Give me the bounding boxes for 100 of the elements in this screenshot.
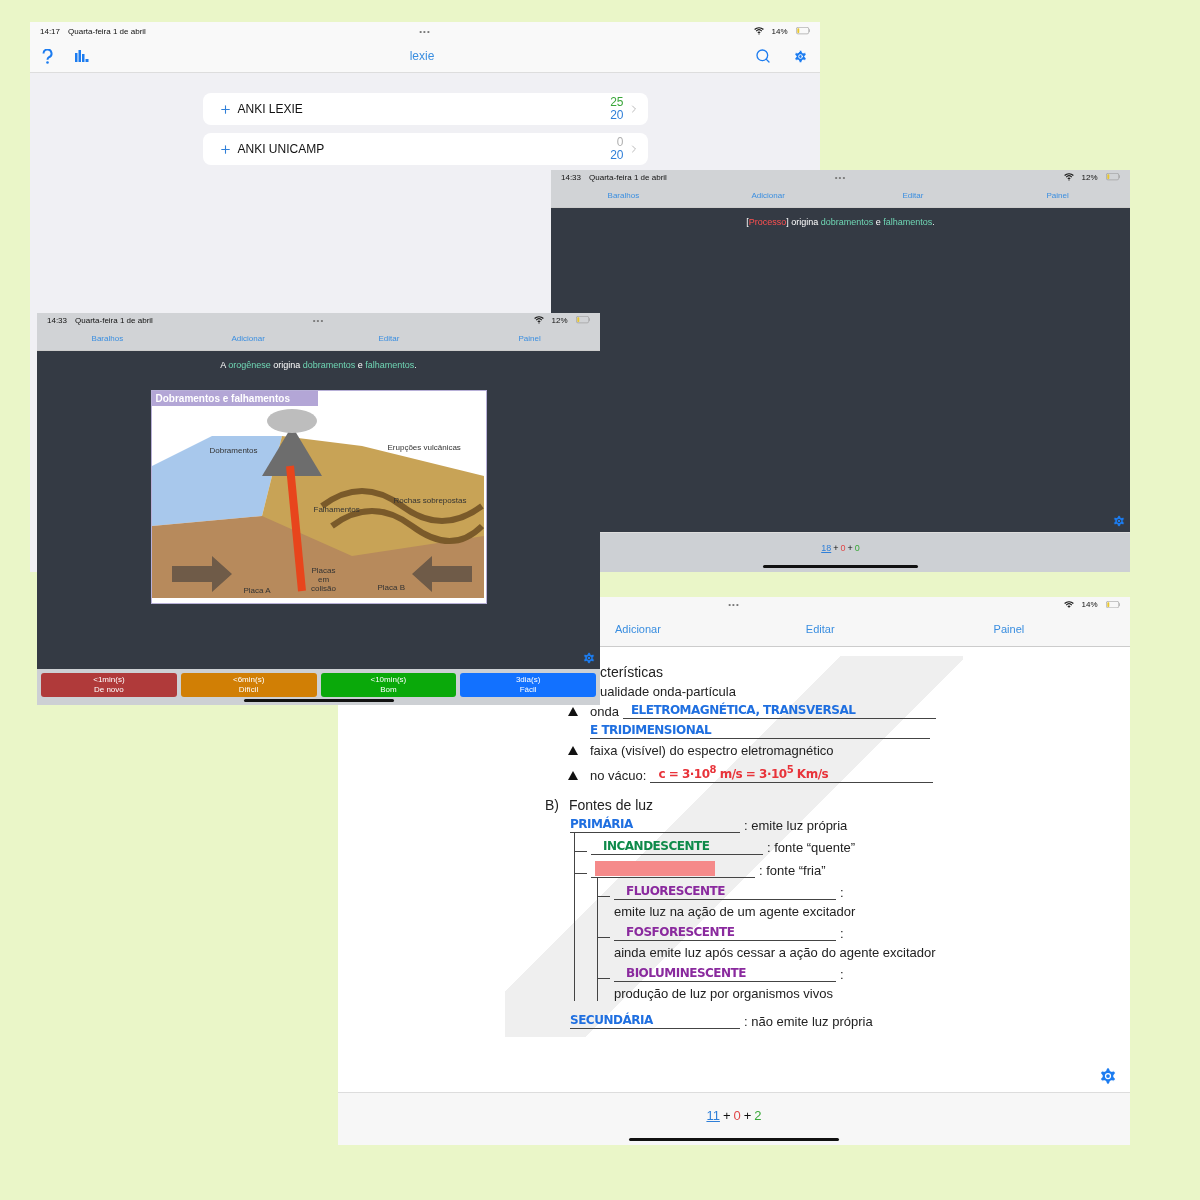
nav-link[interactable]: Editar xyxy=(805,623,835,635)
settings-button[interactable] xyxy=(793,48,808,64)
answer-description: : emite luz própria xyxy=(744,818,848,833)
battery-icon xyxy=(1105,173,1120,181)
handwritten-answer: FLUORESCENTE xyxy=(614,884,836,900)
multitask-dots: ••• xyxy=(728,600,740,609)
deck-name: ANKI LEXIE xyxy=(237,102,304,116)
wifi-icon xyxy=(753,27,764,35)
description-text: ainda emite luz após cessar a ação do agente excitador xyxy=(614,945,937,960)
document-text: ualidade onda-partícula xyxy=(600,684,736,699)
nav-link[interactable]: Baralhos xyxy=(551,191,696,200)
handwritten-answer: PRIMÁRIA xyxy=(570,817,740,833)
due-count: 20 xyxy=(610,109,624,122)
due-count: 20 xyxy=(610,149,624,162)
status-time: 14:33 xyxy=(47,315,68,325)
triangle-bullet-icon xyxy=(568,746,578,755)
battery-percent: 12% xyxy=(551,315,568,325)
description-text: emite luz na ação de um agente excitador xyxy=(614,904,857,919)
battery-percent: 14% xyxy=(1081,600,1098,609)
nav-link[interactable]: Painel xyxy=(459,334,600,343)
wifi-icon xyxy=(533,316,544,324)
new-count: 0 xyxy=(616,136,624,149)
answer-description: : fonte “quente” xyxy=(767,840,856,855)
deck-name: ANKI UNICAMP xyxy=(237,142,326,156)
plus-sign: + xyxy=(847,543,853,553)
settings-icon[interactable] xyxy=(1112,514,1126,528)
answer-description: : xyxy=(840,885,844,900)
new-count: 18 xyxy=(821,543,832,553)
add-icon xyxy=(218,142,232,156)
figure-label: Placa B xyxy=(377,583,406,592)
wifi-icon xyxy=(1063,173,1074,181)
handwritten-answer: BIOLUMINESCENTE xyxy=(614,966,836,982)
section-heading: Fontes de luz xyxy=(569,797,654,813)
search-button[interactable] xyxy=(755,48,771,64)
nav-link[interactable]: Painel xyxy=(993,623,1025,635)
handwritten-answer: c = 3·10$^{8}$ m/s = 3·10$^{5}$ Km/s xyxy=(650,762,934,783)
handwritten-answer: ELETROMAGNÉTICA, TRANSVERSAL xyxy=(622,703,936,719)
status-time: 14:17 xyxy=(40,26,61,36)
battery-icon xyxy=(1105,600,1120,609)
learn-count: 0 xyxy=(840,543,846,553)
description-text: produção de luz por organismos vivos xyxy=(614,986,834,1001)
answer-button[interactable]: <6min(s) Difícil xyxy=(180,673,317,697)
document-text: faixa (visível) do espectro eletromagnético xyxy=(590,743,834,758)
triangle-bullet-icon xyxy=(568,771,578,780)
new-count: 11 xyxy=(706,1108,720,1123)
handwritten-answer: E TRIDIMENSIONAL xyxy=(590,723,930,739)
multitask-dots: ••• xyxy=(312,315,325,325)
card-text: A orogênese origina dobramentos e falhamentos. xyxy=(220,360,417,370)
deck-row[interactable]: ANKI LEXIE 25 20 xyxy=(202,93,648,125)
deck-row[interactable]: ANKI UNICAMP 0 20 xyxy=(202,133,648,165)
nav-link[interactable]: Painel xyxy=(985,191,1130,200)
handwritten-answer: INCANDESCENTE xyxy=(591,839,763,855)
status-time: 14:33 xyxy=(561,172,582,182)
handwritten-answer: SECUNDÁRIA xyxy=(570,1013,740,1029)
statistics-button[interactable] xyxy=(75,50,89,62)
triangle-bullet-icon xyxy=(568,707,578,716)
figure-title: Dobramentos e falhamentos xyxy=(151,391,318,406)
plus-sign: + xyxy=(743,1108,752,1123)
nav-link[interactable]: Editar xyxy=(840,191,986,200)
battery-percent: 12% xyxy=(1081,172,1098,182)
settings-icon[interactable] xyxy=(582,651,596,665)
document-text: no vácuo: xyxy=(590,768,647,783)
nav-link[interactable]: Adicionar xyxy=(695,191,841,200)
nav-link[interactable]: Adicionar xyxy=(615,623,661,635)
answer-description: : não emite luz própria xyxy=(744,1014,873,1029)
app-title: lexie xyxy=(408,49,436,63)
learn-count: 0 xyxy=(733,1108,741,1123)
multitask-dots: ••• xyxy=(419,26,431,36)
status-date: Quarta-feira 1 de abril xyxy=(75,315,153,325)
figure-label: Erupções vulcânicas xyxy=(387,443,461,452)
plus-sign: + xyxy=(833,543,839,553)
status-date: Quarta-feira 1 de abril xyxy=(589,172,667,182)
answer-button[interactable]: 3dia(s) Fácil xyxy=(460,673,596,697)
figure-label: Placas em colisão xyxy=(310,566,337,593)
answer-description: : xyxy=(840,967,844,982)
nav-link[interactable]: Adicionar xyxy=(177,334,319,343)
battery-icon xyxy=(795,27,810,35)
section-heading: cterísticas xyxy=(600,664,663,680)
answer-description: : fonte “fria” xyxy=(759,863,826,878)
answer-button[interactable]: <10min(s) Bom xyxy=(320,673,457,697)
nav-link[interactable]: Baralhos xyxy=(37,334,178,343)
plus-sign: + xyxy=(722,1108,731,1123)
add-icon xyxy=(218,102,232,116)
nav-link[interactable]: Editar xyxy=(318,334,460,343)
battery-percent: 14% xyxy=(771,26,788,36)
help-button[interactable] xyxy=(42,48,53,64)
new-count: 25 xyxy=(610,96,624,109)
answer-description: : xyxy=(840,926,844,941)
status-date: Quarta-feira 1 de abril xyxy=(68,26,146,36)
card-text: [Processo] origina dobramentos e falhamentos. xyxy=(746,217,935,227)
answer-button[interactable]: <1min(s) De novo xyxy=(41,673,177,697)
document-text: onda xyxy=(590,704,619,719)
review-count: 2 xyxy=(754,1108,762,1123)
figure-label: Dobramentos xyxy=(209,446,258,455)
multitask-dots: ••• xyxy=(834,172,847,182)
handwritten-answer: FOSFORESCENTE xyxy=(614,925,836,941)
wifi-icon xyxy=(1063,600,1074,609)
review-count: 0 xyxy=(854,543,860,553)
figure-label: Placa A xyxy=(243,586,271,595)
battery-icon xyxy=(575,316,590,324)
